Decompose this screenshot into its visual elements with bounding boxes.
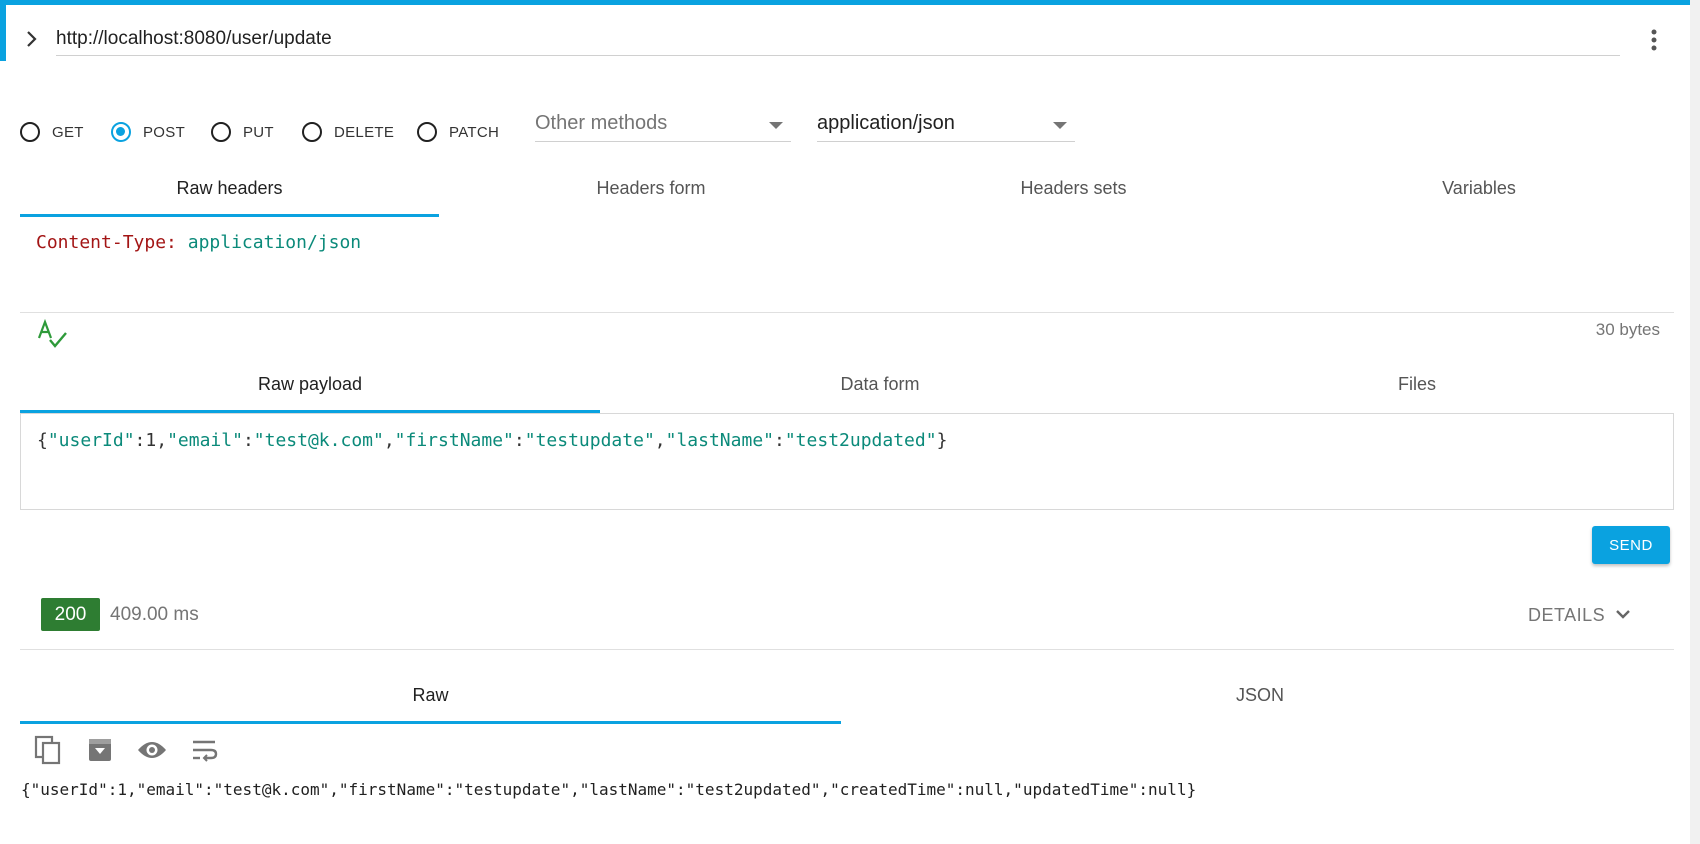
more-vert-icon: [1651, 29, 1657, 51]
scrollbar[interactable]: [1690, 0, 1700, 844]
response-divider: [20, 649, 1674, 650]
other-methods-select[interactable]: Other methods: [535, 108, 791, 142]
payload-value: "testupdate": [524, 430, 655, 451]
tab-raw-response[interactable]: Raw: [20, 675, 841, 724]
header-tabs: Raw headers Headers form Headers sets Va…: [20, 168, 1674, 217]
top-accent-bar: [0, 0, 1700, 5]
details-toggle[interactable]: DETAILS: [1528, 602, 1633, 628]
method-radio-patch[interactable]: PATCH: [417, 118, 499, 146]
header-value: application/json: [187, 232, 362, 253]
save-icon: [89, 739, 111, 761]
preview-button[interactable]: [134, 734, 170, 766]
tab-raw-headers[interactable]: Raw headers: [20, 168, 439, 217]
header-key: Content-Type:: [36, 232, 177, 253]
method-label: POST: [143, 123, 186, 141]
tab-files[interactable]: Files: [1160, 364, 1674, 413]
method-radio-get[interactable]: GET: [20, 118, 84, 146]
chevron-down-icon: [1616, 610, 1631, 619]
preview-icon: [138, 742, 166, 758]
wrap-text-icon: [193, 740, 218, 762]
tab-json-response[interactable]: JSON: [841, 675, 1679, 724]
response-toolbar: [30, 734, 238, 766]
response-time: 409.00 ms: [110, 604, 199, 625]
more-menu-button[interactable]: [1640, 22, 1668, 58]
status-badge: 200: [41, 598, 100, 631]
method-label: PATCH: [449, 123, 500, 141]
chevron-right-icon: [27, 31, 37, 47]
dropdown-arrow-icon: [769, 122, 783, 129]
payload-tabs: Raw payload Data form Files: [20, 364, 1674, 413]
dropdown-arrow-icon: [1053, 122, 1067, 129]
radio-button[interactable]: [302, 122, 322, 142]
wrap-text-button[interactable]: [186, 734, 222, 766]
tab-variables[interactable]: Variables: [1284, 168, 1674, 217]
content-type-value: application/json: [817, 112, 955, 134]
raw-headers-editor[interactable]: Content-Type: application/json: [36, 232, 361, 253]
payload-key: "userId": [47, 430, 135, 451]
method-radio-post[interactable]: POST: [111, 118, 185, 146]
method-radio-delete[interactable]: DELETE: [302, 118, 394, 146]
radio-button[interactable]: [111, 122, 131, 142]
method-label: GET: [52, 123, 84, 141]
payload-key: "lastName": [665, 430, 774, 451]
tab-headers-sets[interactable]: Headers sets: [863, 168, 1284, 217]
response-tabs: Raw JSON: [20, 675, 1679, 724]
spellcheck-icon[interactable]: [36, 318, 68, 350]
payload-editor[interactable]: {"userId":1,"email":"test@k.com","firstN…: [20, 413, 1674, 510]
section-divider: [20, 312, 1674, 313]
headers-size: 30 bytes: [1595, 320, 1660, 339]
content-type-select[interactable]: application/json: [817, 108, 1075, 142]
other-methods-placeholder: Other methods: [535, 112, 668, 134]
copy-button[interactable]: [30, 734, 66, 766]
radio-button[interactable]: [211, 122, 231, 142]
payload-key: "firstName": [394, 430, 514, 451]
tab-raw-payload[interactable]: Raw payload: [20, 364, 600, 413]
save-button[interactable]: [82, 734, 118, 766]
method-label: DELETE: [334, 123, 395, 141]
payload-key: "email": [167, 430, 243, 451]
tab-headers-form[interactable]: Headers form: [439, 168, 863, 217]
tab-data-form[interactable]: Data form: [600, 364, 1160, 413]
send-button[interactable]: SEND: [1592, 526, 1670, 564]
details-label: DETAILS: [1528, 604, 1606, 625]
url-input[interactable]: [56, 22, 1620, 56]
copy-icon: [34, 735, 61, 765]
payload-value: 1: [145, 430, 157, 451]
response-body: {"userId":1,"email":"test@k.com","firstN…: [21, 780, 1197, 799]
left-accent-edge: [0, 5, 6, 61]
payload-value: "test@k.com": [253, 430, 384, 451]
radio-button[interactable]: [417, 122, 437, 142]
method-label: PUT: [243, 123, 274, 141]
radio-button[interactable]: [20, 122, 40, 142]
payload-value: "test2updated": [784, 430, 937, 451]
method-radio-put[interactable]: PUT: [211, 118, 274, 146]
url-expand-toggle[interactable]: [20, 24, 44, 54]
